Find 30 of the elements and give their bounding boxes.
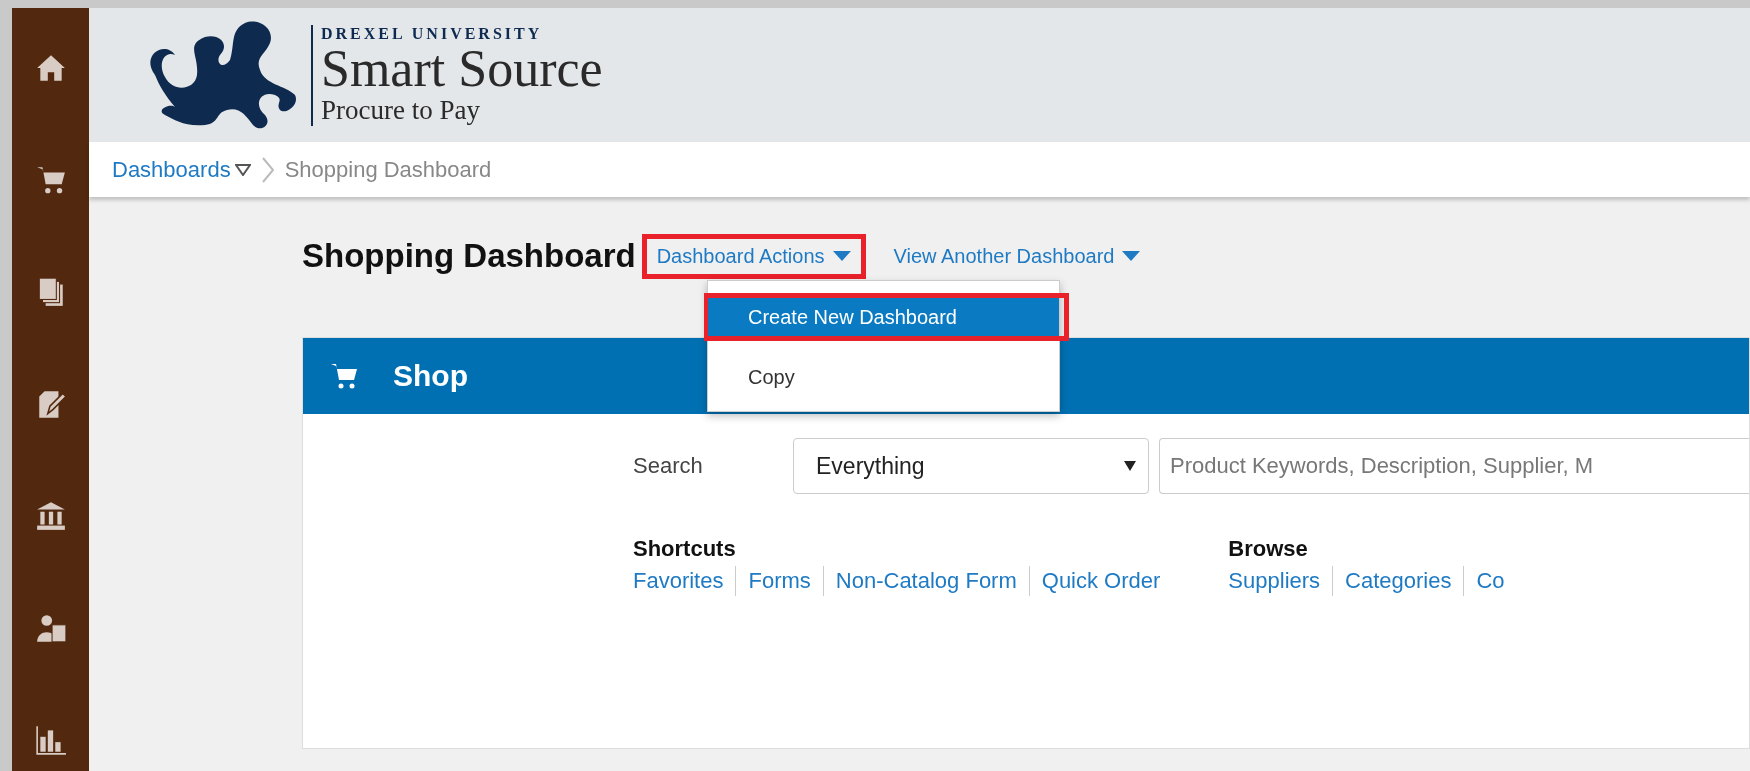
cart-icon <box>329 361 359 391</box>
group-heading: Shortcuts <box>633 536 737 562</box>
shortcut-link[interactable]: Categories <box>1332 566 1464 596</box>
search-label: Search <box>633 453 704 479</box>
scope-select[interactable]: Everything <box>793 438 1149 494</box>
group-heading: Browse <box>1228 536 1309 562</box>
bank-icon[interactable] <box>34 500 67 532</box>
page-title: Shopping Dashboard <box>302 237 636 275</box>
breadcrumb-current: Shopping Dashboard <box>284 156 492 183</box>
chevron-right-icon <box>260 156 275 183</box>
caret-down-icon[interactable] <box>234 163 251 176</box>
dropdown-link[interactable]: View Another Dashboard <box>883 238 1151 274</box>
person-icon[interactable] <box>34 612 67 644</box>
shortcut-link[interactable]: Favorites <box>633 566 736 596</box>
dropdown-link[interactable]: Dashboard Actions <box>646 238 861 274</box>
shortcut-link[interactable]: Quick Order <box>1028 566 1173 596</box>
university-name: DREXEL UNIVERSITY <box>321 24 544 43</box>
shortcut-link[interactable]: Non-Catalog Form <box>822 566 1029 596</box>
caret-down-icon[interactable] <box>1124 461 1136 471</box>
shortcut-link[interactable]: Suppliers <box>1228 566 1333 596</box>
brand-subtitle: Procure to Pay <box>321 94 481 126</box>
breadcrumb-link[interactable]: Dashboards <box>112 156 251 183</box>
search-field[interactable]: Product Keywords, Description, Supplier, M <box>1159 438 1749 494</box>
shortcut-link[interactable]: Forms <box>735 566 823 596</box>
chart-icon[interactable] <box>34 724 67 756</box>
brand-title: Smart Source <box>321 42 603 95</box>
menu-item[interactable]: Create New Dashboard <box>708 298 1059 336</box>
shortcut-link[interactable]: Co <box>1463 566 1517 596</box>
panel-title: Shop <box>393 359 468 393</box>
menu-item[interactable]: Copy <box>708 358 1059 396</box>
